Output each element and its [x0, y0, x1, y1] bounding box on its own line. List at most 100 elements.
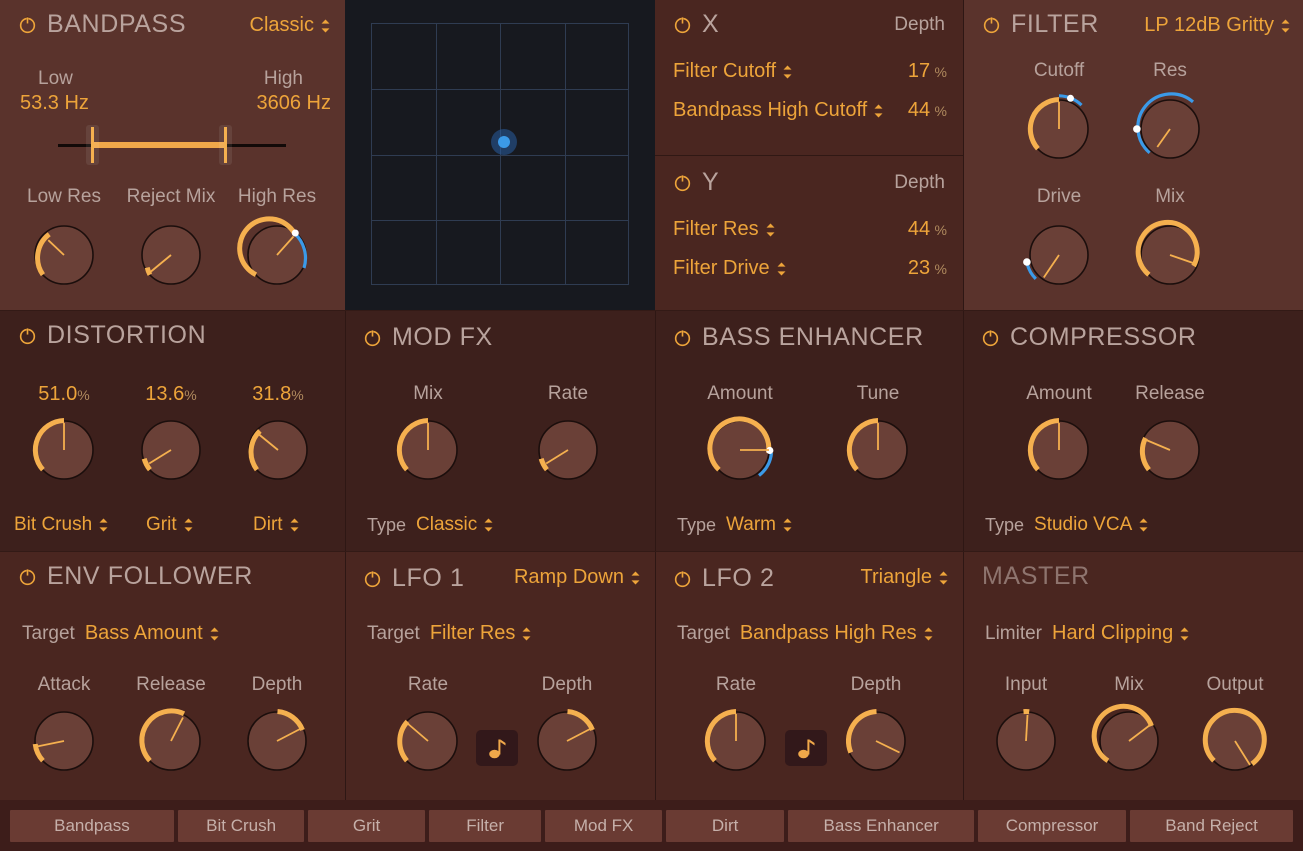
tab-bass-enhancer[interactable]: Bass Enhancer	[788, 810, 974, 842]
y-target-1-dropdown[interactable]: Filter Res	[673, 218, 776, 241]
panel-env-follower: ENV FOLLOWER Target Bass Amount Attack R…	[0, 552, 345, 800]
knob-label-filter-mix: Mix	[1155, 186, 1185, 208]
y-depth-1[interactable]: 44 %	[908, 218, 947, 241]
bandpass-mode-dropdown[interactable]: Classic	[250, 14, 331, 37]
env-follower-target-dropdown[interactable]: Bass Amount	[85, 622, 220, 645]
knob-grit[interactable]	[136, 415, 206, 485]
knob-label-modfx-rate: Rate	[548, 383, 588, 405]
lfo-2-sync-button[interactable]	[785, 730, 827, 766]
tab-filter[interactable]: Filter	[429, 810, 542, 842]
chevron-updown-icon	[782, 64, 793, 80]
x-target-1-dropdown[interactable]: Filter Cutoff	[673, 60, 793, 83]
y-target-2-dropdown[interactable]: Filter Drive	[673, 257, 787, 280]
knob-env-attack[interactable]	[29, 706, 99, 776]
x-target-2-dropdown[interactable]: Bandpass High Cutoff	[673, 99, 884, 122]
distortion-value-3[interactable]: 31.8%	[252, 383, 303, 406]
lfo-1-target-dropdown[interactable]: Filter Res	[430, 622, 533, 645]
filter-mode-dropdown[interactable]: LP 12dB Gritty	[1144, 14, 1291, 37]
knob-filter-mix[interactable]	[1135, 220, 1205, 290]
tab-compressor[interactable]: Compressor	[978, 810, 1126, 842]
knob-filter-res[interactable]	[1135, 94, 1205, 164]
chevron-updown-icon	[521, 626, 532, 642]
tab-bandpass[interactable]: Bandpass	[10, 810, 174, 842]
knob-lfo2-rate[interactable]	[701, 706, 771, 776]
knob-label-low-res: Low Res	[27, 186, 101, 208]
chevron-updown-icon	[873, 103, 884, 119]
bass-enhancer-type-dropdown[interactable]: Warm	[726, 514, 793, 536]
knob-master-mix[interactable]	[1094, 706, 1164, 776]
knob-comp-release[interactable]	[1135, 415, 1205, 485]
master-header: MASTER	[982, 562, 1090, 591]
power-icon[interactable]	[981, 328, 1000, 347]
knob-env-release[interactable]	[136, 706, 206, 776]
x-depth-1[interactable]: 17 %	[908, 60, 947, 83]
knob-master-output[interactable]	[1200, 706, 1270, 776]
knob-filter-drive[interactable]	[1024, 220, 1094, 290]
power-icon[interactable]	[18, 567, 37, 586]
power-icon[interactable]	[673, 569, 692, 588]
compressor-type-value: Studio VCA	[1034, 514, 1132, 536]
knob-dirt[interactable]	[243, 415, 313, 485]
knob-modfx-rate[interactable]	[533, 415, 603, 485]
bandpass-low-value[interactable]: 53.3 Hz	[20, 92, 89, 115]
panel-title: BASS ENHANCER	[702, 323, 924, 352]
knob-bass-tune[interactable]	[843, 415, 913, 485]
distortion-header: DISTORTION	[18, 321, 206, 350]
power-icon[interactable]	[673, 173, 692, 192]
distortion-value-2[interactable]: 13.6%	[145, 383, 196, 406]
distortion-type-1-dropdown[interactable]: Bit Crush	[14, 514, 109, 536]
power-icon[interactable]	[673, 15, 692, 34]
divider-v-5	[655, 551, 656, 800]
knob-master-input[interactable]	[991, 706, 1061, 776]
distortion-type-3-dropdown[interactable]: Dirt	[253, 514, 300, 536]
knob-reject-mix[interactable]	[136, 220, 206, 290]
bandpass-low-handle[interactable]	[86, 125, 99, 165]
knob-high-res[interactable]	[242, 220, 312, 290]
knob-filter-cutoff[interactable]	[1024, 94, 1094, 164]
knob-env-depth[interactable]	[242, 706, 312, 776]
power-icon[interactable]	[363, 569, 382, 588]
bandpass-high-handle[interactable]	[219, 125, 232, 165]
bandpass-high-value[interactable]: 3606 Hz	[257, 92, 332, 115]
xy-pad[interactable]	[345, 0, 655, 310]
knob-lfo1-rate[interactable]	[393, 706, 463, 776]
xy-pad-handle[interactable]	[491, 129, 517, 155]
x-depth-2-unit: %	[935, 103, 947, 119]
distortion-value-1[interactable]: 51.0%	[38, 383, 89, 406]
tab-band-reject[interactable]: Band Reject	[1130, 810, 1293, 842]
lfo-1-sync-button[interactable]	[476, 730, 518, 766]
y-target-1-value: Filter Res	[673, 218, 759, 241]
knob-label-high-res: High Res	[238, 186, 316, 208]
power-icon[interactable]	[982, 15, 1001, 34]
modfx-type-dropdown[interactable]: Classic	[416, 514, 494, 536]
master-limiter-dropdown[interactable]: Hard Clipping	[1052, 622, 1190, 645]
tab-grit[interactable]: Grit	[308, 810, 425, 842]
y-depth-2[interactable]: 23 %	[908, 257, 947, 280]
power-icon[interactable]	[18, 326, 37, 345]
panel-y-mod: Y Depth Filter Res 44 % Filter Drive 23 …	[655, 156, 963, 310]
lfo-1-target-value: Filter Res	[430, 622, 516, 645]
knob-lfo2-depth[interactable]	[841, 706, 911, 776]
knob-lfo1-depth[interactable]	[532, 706, 602, 776]
power-icon[interactable]	[18, 15, 37, 34]
knob-low-res[interactable]	[29, 220, 99, 290]
power-icon[interactable]	[363, 328, 382, 347]
panel-title: COMPRESSOR	[1010, 323, 1197, 352]
x-depth-2[interactable]: 44 %	[908, 99, 947, 122]
lfo-1-shape-dropdown[interactable]: Ramp Down	[514, 566, 641, 589]
knob-modfx-mix[interactable]	[393, 415, 463, 485]
knob-label-comp-release: Release	[1135, 383, 1205, 405]
lfo-2-shape-dropdown[interactable]: Triangle	[860, 566, 949, 589]
tab-dirt[interactable]: Dirt	[666, 810, 784, 842]
knob-bit-crush[interactable]	[29, 415, 99, 485]
knob-label-filter-drive: Drive	[1037, 186, 1081, 208]
knob-bass-amount[interactable]	[705, 415, 775, 485]
lfo-2-target-dropdown[interactable]: Bandpass High Res	[740, 622, 934, 645]
power-icon[interactable]	[673, 328, 692, 347]
master-limiter-row: Limiter Hard Clipping	[985, 622, 1190, 645]
compressor-type-dropdown[interactable]: Studio VCA	[1034, 514, 1149, 536]
knob-comp-amount[interactable]	[1024, 415, 1094, 485]
tab-mod-fx[interactable]: Mod FX	[545, 810, 662, 842]
distortion-type-2-dropdown[interactable]: Grit	[146, 514, 194, 536]
tab-bit-crush[interactable]: Bit Crush	[178, 810, 304, 842]
